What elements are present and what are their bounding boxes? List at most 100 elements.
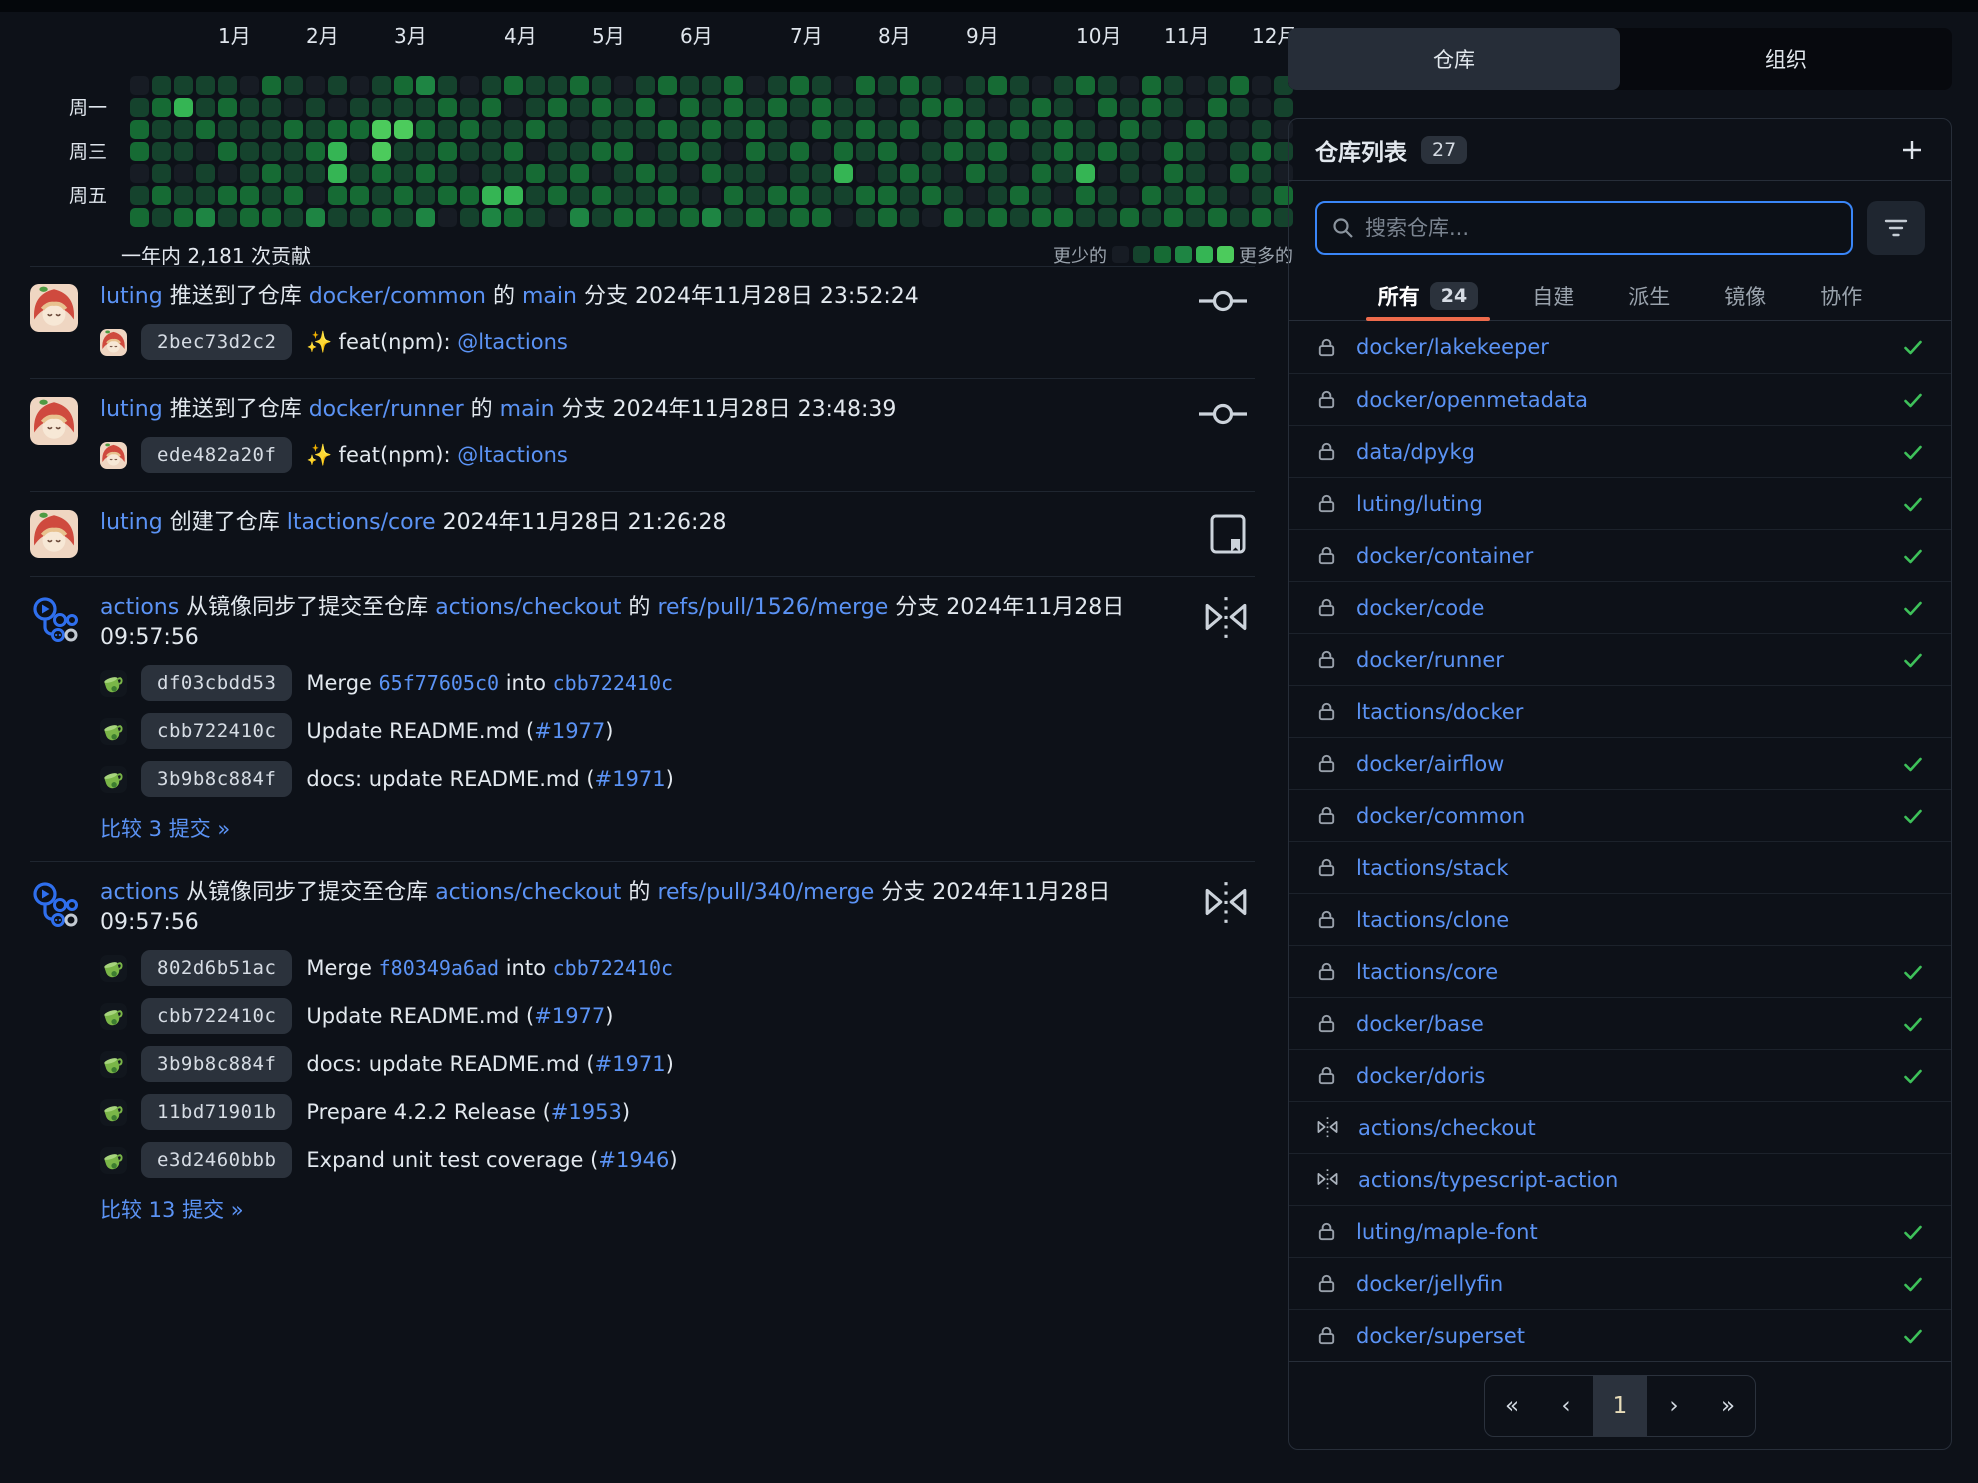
- repo-row[interactable]: ltactions/clone: [1289, 893, 1951, 945]
- repo-link[interactable]: data/dpykg: [1356, 440, 1475, 464]
- commit-author-avatar[interactable]: [100, 766, 127, 793]
- tab-organizations[interactable]: 组织: [1620, 28, 1952, 90]
- current-page[interactable]: 1: [1593, 1376, 1647, 1436]
- last-page-button[interactable]: »: [1701, 1376, 1755, 1436]
- feed-link[interactable]: #1977: [534, 1004, 605, 1028]
- feed-link[interactable]: #1953: [551, 1100, 622, 1124]
- commit-hash-pill[interactable]: df03cbdd53: [141, 665, 292, 701]
- first-page-button[interactable]: «: [1485, 1376, 1539, 1436]
- repo-row[interactable]: docker/openmetadata: [1289, 373, 1951, 425]
- compare-commits-link[interactable]: 比较 3 提交 »: [100, 813, 230, 843]
- commit-author-avatar[interactable]: [100, 1099, 127, 1126]
- repo-row[interactable]: ltactions/docker: [1289, 685, 1951, 737]
- commit-author-avatar[interactable]: [100, 955, 127, 982]
- filter-tab-协作[interactable]: 协作: [1816, 271, 1866, 320]
- next-page-button[interactable]: ›: [1647, 1376, 1701, 1436]
- feed-link[interactable]: actions/checkout: [435, 595, 621, 620]
- repo-link[interactable]: docker/superset: [1356, 1324, 1525, 1348]
- feed-link[interactable]: #1971: [595, 767, 666, 791]
- avatar[interactable]: [30, 284, 78, 332]
- avatar[interactable]: [30, 510, 78, 558]
- repo-link[interactable]: ltactions/core: [1356, 960, 1498, 984]
- repo-row[interactable]: docker/common: [1289, 789, 1951, 841]
- commit-hash-pill[interactable]: 3b9b8c884f: [141, 1046, 292, 1082]
- commit-hash-link[interactable]: cbb722410c: [553, 956, 673, 980]
- filter-tab-自建[interactable]: 自建: [1528, 271, 1578, 320]
- commit-hash-pill[interactable]: cbb722410c: [141, 713, 292, 749]
- feed-link[interactable]: actions: [100, 595, 179, 620]
- repo-link[interactable]: docker/common: [1356, 804, 1525, 828]
- commit-author-avatar[interactable]: [100, 1003, 127, 1030]
- repo-row[interactable]: docker/lakekeeper: [1289, 321, 1951, 373]
- commit-hash-pill[interactable]: e3d2460bbb: [141, 1142, 292, 1178]
- repo-row[interactable]: docker/base: [1289, 997, 1951, 1049]
- repo-link[interactable]: actions/typescript-action: [1358, 1168, 1618, 1192]
- repo-row[interactable]: docker/superset: [1289, 1309, 1951, 1361]
- repo-link[interactable]: docker/container: [1356, 544, 1533, 568]
- feed-link[interactable]: luting: [100, 510, 163, 535]
- feed-link[interactable]: docker/common: [309, 284, 486, 309]
- feed-link[interactable]: #1977: [534, 719, 605, 743]
- feed-link[interactable]: #1946: [598, 1148, 669, 1172]
- feed-link[interactable]: @ltactions: [457, 330, 568, 354]
- repo-row[interactable]: docker/jellyfin: [1289, 1257, 1951, 1309]
- feed-link[interactable]: main: [522, 284, 577, 309]
- feed-link[interactable]: refs/pull/340/merge: [657, 880, 874, 905]
- repo-row[interactable]: docker/doris: [1289, 1049, 1951, 1101]
- feed-link[interactable]: @ltactions: [457, 443, 568, 467]
- repo-link[interactable]: ltactions/stack: [1356, 856, 1508, 880]
- repo-row[interactable]: ltactions/stack: [1289, 841, 1951, 893]
- repo-search-input[interactable]: [1365, 216, 1837, 240]
- commit-author-avatar[interactable]: [100, 1147, 127, 1174]
- tab-repositories[interactable]: 仓库: [1288, 28, 1620, 90]
- add-repo-button[interactable]: [1899, 137, 1925, 163]
- feed-link[interactable]: refs/pull/1526/merge: [657, 595, 888, 620]
- repo-link[interactable]: docker/base: [1356, 1012, 1484, 1036]
- repo-row[interactable]: data/dpykg: [1289, 425, 1951, 477]
- repo-row[interactable]: luting/maple-font: [1289, 1205, 1951, 1257]
- filter-tab-派生[interactable]: 派生: [1624, 271, 1674, 320]
- commit-hash-link[interactable]: f80349a6ad: [379, 956, 499, 980]
- feed-link[interactable]: luting: [100, 284, 163, 309]
- repo-link[interactable]: docker/airflow: [1356, 752, 1504, 776]
- feed-link[interactable]: ltactions/core: [287, 510, 436, 535]
- feed-link[interactable]: #1971: [595, 1052, 666, 1076]
- compare-commits-link[interactable]: 比较 13 提交 »: [100, 1194, 244, 1224]
- commit-hash-pill[interactable]: ede482a20f: [141, 437, 292, 473]
- repo-link[interactable]: luting/luting: [1356, 492, 1483, 516]
- commit-hash-pill[interactable]: 2bec73d2c2: [141, 324, 292, 360]
- feed-link[interactable]: main: [500, 397, 555, 422]
- commit-hash-pill[interactable]: 11bd71901b: [141, 1094, 292, 1130]
- commit-hash-pill[interactable]: cbb722410c: [141, 998, 292, 1034]
- commit-hash-link[interactable]: cbb722410c: [553, 671, 673, 695]
- repo-link[interactable]: luting/maple-font: [1356, 1220, 1538, 1244]
- repo-link[interactable]: ltactions/clone: [1356, 908, 1509, 932]
- repo-link[interactable]: docker/code: [1356, 596, 1484, 620]
- repo-link[interactable]: docker/doris: [1356, 1064, 1485, 1088]
- repo-row[interactable]: docker/container: [1289, 529, 1951, 581]
- commit-hash-link[interactable]: 65f77605c0: [379, 671, 499, 695]
- feed-link[interactable]: luting: [100, 397, 163, 422]
- feed-link[interactable]: actions/checkout: [435, 880, 621, 905]
- commit-hash-pill[interactable]: 802d6b51ac: [141, 950, 292, 986]
- repo-row[interactable]: ltactions/core: [1289, 945, 1951, 997]
- filter-tab-镜像[interactable]: 镜像: [1720, 271, 1770, 320]
- commit-author-avatar[interactable]: [100, 670, 127, 697]
- feed-link[interactable]: docker/runner: [309, 397, 464, 422]
- commit-author-avatar[interactable]: [100, 718, 127, 745]
- repo-row[interactable]: actions/checkout: [1289, 1101, 1951, 1153]
- repo-row[interactable]: luting/luting: [1289, 477, 1951, 529]
- repo-row[interactable]: docker/code: [1289, 581, 1951, 633]
- repo-row[interactable]: docker/airflow: [1289, 737, 1951, 789]
- repo-link[interactable]: ltactions/docker: [1356, 700, 1523, 724]
- prev-page-button[interactable]: ‹: [1539, 1376, 1593, 1436]
- commit-hash-pill[interactable]: 3b9b8c884f: [141, 761, 292, 797]
- commit-author-avatar[interactable]: [100, 1051, 127, 1078]
- filter-tab-所有[interactable]: 所有24: [1374, 271, 1482, 320]
- avatar[interactable]: [30, 397, 78, 445]
- repo-filter-button[interactable]: [1867, 201, 1925, 255]
- repo-link[interactable]: docker/openmetadata: [1356, 388, 1588, 412]
- commit-author-avatar[interactable]: [100, 442, 127, 469]
- commit-author-avatar[interactable]: [100, 329, 127, 356]
- repo-row[interactable]: docker/runner: [1289, 633, 1951, 685]
